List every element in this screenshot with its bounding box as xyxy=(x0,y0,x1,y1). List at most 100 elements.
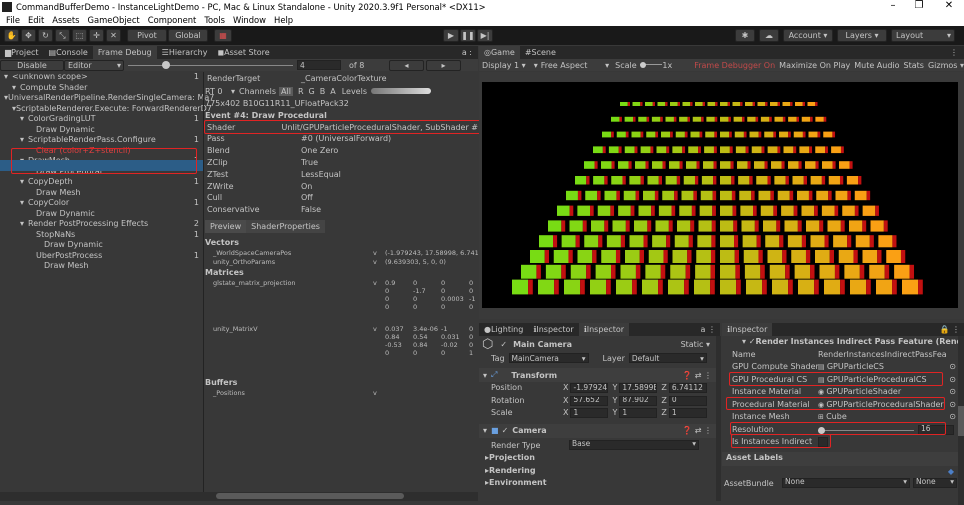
foldout-arrow-icon[interactable]: ▾ xyxy=(20,198,28,209)
menu-component[interactable]: Component xyxy=(148,15,197,25)
name-field[interactable]: RenderInstancesIndirectPassFeature xyxy=(818,349,946,362)
camera-header[interactable]: Camera xyxy=(512,426,546,435)
render-type-dropdown[interactable]: Base ▾ xyxy=(569,439,699,450)
foldout-arrow-icon[interactable] xyxy=(28,209,36,220)
grid-snap-icon[interactable]: ▦ xyxy=(214,29,232,42)
mute-audio-toggle[interactable]: Mute Audio xyxy=(854,61,899,70)
event-slider[interactable] xyxy=(128,60,293,71)
channel-b[interactable]: B xyxy=(320,87,326,96)
tab-inspector2[interactable]: ℹ Inspector xyxy=(722,323,773,336)
prev-event-button[interactable]: ◂ xyxy=(389,59,424,71)
transform-header[interactable]: Transform xyxy=(511,371,557,380)
asset-variant-dropdown[interactable]: None ▾ xyxy=(913,477,957,488)
menu-tools[interactable]: Tools xyxy=(204,15,225,25)
channel-all[interactable]: All xyxy=(279,86,293,96)
rt-dropdown[interactable]: RT 0 xyxy=(205,87,231,96)
foldout-arrow-icon[interactable]: ▾ xyxy=(12,83,20,94)
hand-tool-icon[interactable]: ✋ xyxy=(4,29,19,42)
tab-frame-debug[interactable]: Frame Debug xyxy=(92,46,157,59)
event-tree-item[interactable]: ▾ ScriptableRenderer.Execute: ForwardRend… xyxy=(0,104,212,115)
maximize-on-play-toggle[interactable]: Maximize On Play xyxy=(779,61,850,70)
close-button[interactable]: ✕ xyxy=(940,0,958,11)
global-toggle[interactable]: Global xyxy=(168,29,208,42)
event-tree-item[interactable]: ▾ Compute Shader xyxy=(0,83,203,94)
disable-button[interactable]: Disable xyxy=(0,59,64,71)
tab-preview[interactable]: Preview xyxy=(205,220,247,234)
foldout-arrow-icon[interactable] xyxy=(28,125,36,136)
editor-dropdown[interactable]: Editor ▾ xyxy=(64,59,124,71)
object-name-field[interactable]: Main Camera xyxy=(513,340,572,349)
foldout-arrow-icon[interactable] xyxy=(28,230,36,241)
rotate-tool-icon[interactable]: ↻ xyxy=(38,29,53,42)
menu-window[interactable]: Window xyxy=(233,15,266,25)
render-output[interactable] xyxy=(482,82,958,308)
rendering-foldout[interactable]: Rendering xyxy=(489,465,536,478)
tab-project[interactable]: ▆ Project xyxy=(0,46,44,59)
transform-field[interactable]: 0 xyxy=(668,395,707,406)
next-event-button[interactable]: ▸ xyxy=(426,59,461,71)
levels-slider[interactable] xyxy=(371,88,431,95)
layers-dropdown[interactable]: Layers ▾ xyxy=(837,29,887,42)
menu-assets[interactable]: Assets xyxy=(52,15,79,25)
scale-tool-icon[interactable]: ⤡ xyxy=(55,29,70,42)
lock-icon[interactable]: a ⋮ xyxy=(701,325,716,334)
foldout-arrow-icon[interactable]: ▾ xyxy=(483,371,487,380)
stats-toggle[interactable]: Stats xyxy=(904,61,924,70)
event-tree-item[interactable]: ▾ CopyColor 1 xyxy=(0,198,203,209)
transform-field[interactable]: 87.902 xyxy=(619,395,658,406)
minimize-button[interactable]: – xyxy=(884,0,902,11)
transform-field[interactable]: 6.74112 xyxy=(668,383,707,393)
pause-button[interactable]: ❚❚ xyxy=(460,29,476,42)
event-tree-item[interactable]: Draw Dynamic xyxy=(0,125,203,136)
menu-help[interactable]: Help xyxy=(274,15,293,25)
display-dropdown[interactable]: Display 1 ▾ xyxy=(482,61,526,70)
tag-dropdown[interactable]: MainCamera ▾ xyxy=(508,353,589,363)
foldout-arrow-icon[interactable]: ▾ xyxy=(20,177,28,188)
tab-shader-properties[interactable]: ShaderProperties xyxy=(246,220,325,234)
label-tag-icon[interactable]: ◆ xyxy=(948,467,954,476)
tab-scene[interactable]: # Scene xyxy=(520,46,561,59)
static-dropdown[interactable]: Static ▾ xyxy=(681,340,710,349)
foldout-arrow-icon[interactable]: ▾ xyxy=(483,426,487,435)
object-picker-icon[interactable]: ⊙ xyxy=(949,411,956,424)
object-picker-icon[interactable]: ⊙ xyxy=(949,399,956,412)
collab-icon[interactable]: ✱ xyxy=(735,29,755,42)
gizmos-dropdown[interactable]: Gizmos ▾ xyxy=(928,61,964,70)
event-tree-item[interactable]: Draw Dynamic xyxy=(0,209,203,220)
game-view[interactable] xyxy=(479,72,964,319)
environment-foldout[interactable]: Environment xyxy=(489,477,547,490)
transform-field[interactable]: 57.652 xyxy=(570,395,609,406)
inspector-scrollbar[interactable] xyxy=(716,336,721,501)
lock-icon[interactable]: 🔒 ⋮ xyxy=(939,325,960,334)
camera-enabled-checkbox[interactable]: ✓ xyxy=(502,426,509,435)
transform-tool-icon[interactable]: ✛ xyxy=(89,29,104,42)
object-picker-icon[interactable]: ⊙ xyxy=(949,361,956,374)
foldout-arrow-icon[interactable] xyxy=(36,240,44,251)
foldout-arrow-icon[interactable] xyxy=(28,251,36,262)
event-tree-item[interactable]: Draw Mesh xyxy=(0,261,203,272)
channel-r[interactable]: R xyxy=(298,87,304,96)
active-checkbox[interactable]: ✓ xyxy=(500,340,507,349)
move-tool-icon[interactable]: ✥ xyxy=(21,29,36,42)
tab-console[interactable]: ▤ Console xyxy=(44,46,93,59)
foldout-arrow-icon[interactable] xyxy=(36,261,44,272)
foldout-arrow-icon[interactable]: ▾ xyxy=(20,219,28,230)
account-dropdown[interactable]: Account ▾ xyxy=(783,29,833,42)
event-tree-item[interactable]: ▾ CopyDepth 1 xyxy=(0,177,203,188)
component-menu-icon[interactable]: ❓ ⇄ ⋮ xyxy=(682,426,712,435)
event-tree-item[interactable]: UberPostProcess 1 xyxy=(0,251,203,262)
maximize-button[interactable]: ❐ xyxy=(910,0,928,11)
aspect-dropdown[interactable]: Free Aspect xyxy=(541,61,605,70)
transform-field[interactable]: 17.5899E xyxy=(619,383,658,393)
horizontal-scrollbar[interactable] xyxy=(0,492,478,501)
event-tree-item[interactable]: ▾ ScriptableRenderPass.Configure 1 xyxy=(0,135,203,146)
component-menu-icon[interactable]: ❓ ⇄ ⋮ xyxy=(682,371,712,380)
lock-icon[interactable]: a : xyxy=(462,48,472,57)
custom-tool-icon[interactable]: ✕ xyxy=(106,29,121,42)
foldout-arrow-icon[interactable]: ▾ xyxy=(20,135,28,146)
frame-debugger-on-label[interactable]: Frame Debugger On xyxy=(694,61,775,70)
object-picker-icon[interactable]: ⊙ xyxy=(949,374,956,387)
step-button[interactable]: ▶| xyxy=(477,29,493,42)
feature-header[interactable]: Render Instances Indirect Pass Feature (… xyxy=(756,336,958,349)
menu-edit[interactable]: Edit xyxy=(28,15,44,25)
